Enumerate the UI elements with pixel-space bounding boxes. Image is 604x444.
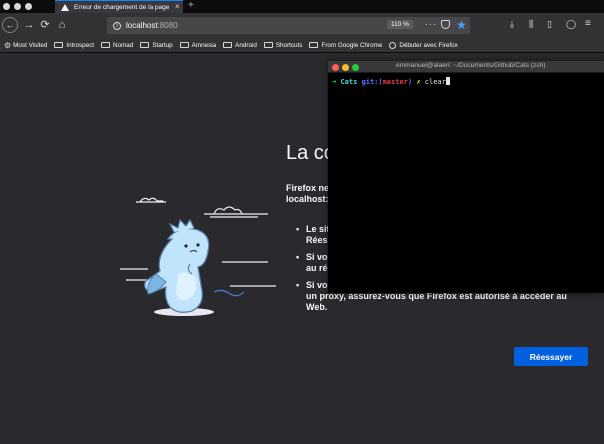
new-tab-button[interactable]: + [188, 0, 194, 12]
forward-button[interactable]: → [22, 18, 36, 32]
dinosaur-illustration [120, 197, 276, 316]
terminal-minimize-button[interactable] [342, 64, 349, 71]
terminal-title: emmanuel@alaeri: ~/Documents/Github/Cats… [396, 62, 546, 69]
folder-icon [309, 42, 319, 48]
bookmark-nomad[interactable]: Nomad [101, 42, 133, 49]
window-zoom-button[interactable] [25, 3, 32, 10]
bookmark-startup[interactable]: Startup [140, 42, 173, 49]
prompt-directory: Cats [340, 78, 358, 86]
terminal-window[interactable]: emmanuel@alaeri: ~/Documents/Github/Cats… [328, 61, 604, 293]
bookmark-debuter-avec-firefox[interactable]: Débuter avec Firefox [389, 41, 458, 49]
tab-bar: Erreur de chargement de la page × + [0, 0, 604, 13]
prompt-arrow-icon: ➜ [332, 78, 337, 86]
bookmark-amnesia[interactable]: Amnesia [179, 42, 216, 49]
url-host: localhost [126, 21, 158, 30]
folder-icon [263, 42, 273, 48]
window-close-button[interactable] [3, 3, 10, 10]
url-bar[interactable]: i localhost:8080 110 % ··· ★ [107, 17, 470, 34]
globe-icon [389, 41, 397, 49]
folder-icon [179, 42, 189, 48]
folder-icon [54, 42, 64, 48]
bookmark-android[interactable]: Android [223, 42, 257, 49]
bookmark-star-icon[interactable]: ★ [456, 17, 467, 34]
gear-icon: ⚙ [4, 40, 12, 50]
back-button[interactable]: ← [2, 17, 18, 33]
zoom-indicator[interactable]: 110 % [387, 20, 413, 29]
url-text[interactable]: localhost:8080 [126, 21, 178, 30]
terminal-prompt-line[interactable]: ➜ Cats git:(master) ✗ clear [332, 77, 450, 86]
tab-error-page[interactable]: Erreur de chargement de la page × [55, 0, 183, 13]
retry-button[interactable]: Réessayer [514, 347, 588, 366]
reload-button[interactable]: ⟳ [38, 18, 52, 32]
bookmark-from-google-chrome[interactable]: From Google Chrome [309, 42, 382, 49]
tab-title: Erreur de chargement de la page [74, 3, 170, 11]
tab-close-icon[interactable]: × [175, 3, 180, 11]
terminal-cursor [445, 77, 450, 85]
prompt-git-label: git:(master) [361, 78, 413, 86]
bookmarks-bar: ⚙ Most Visited Introspect Nomad Startup A… [0, 38, 604, 53]
info-icon[interactable]: i [113, 21, 121, 30]
error-description-line: localhost: [286, 194, 329, 204]
dirty-mark-icon: ✗ [416, 78, 421, 86]
download-icon[interactable]: ⤓ [510, 19, 514, 30]
nav-bar: ← → ⟳ ⌂ i localhost:8080 110 % ··· ★ ⤓ ⫼… [0, 13, 604, 38]
page-actions-icon[interactable]: ··· [425, 19, 437, 29]
terminal-title-bar[interactable]: emmanuel@alaeri: ~/Documents/Github/Cats… [328, 61, 604, 73]
bookmark-most-visited[interactable]: ⚙ Most Visited [4, 41, 47, 50]
window-minimize-button[interactable] [14, 3, 21, 10]
url-port: :8080 [157, 21, 178, 30]
folder-icon [140, 42, 150, 48]
terminal-close-button[interactable] [332, 64, 339, 71]
library-icon[interactable]: ⫼ [529, 19, 533, 30]
account-icon[interactable]: ◯ [566, 19, 576, 30]
prompt-branch: master [382, 78, 408, 86]
bookmark-shortcuts[interactable]: Shortcuts [263, 42, 302, 49]
folder-icon [101, 42, 111, 48]
terminal-command: clear [424, 78, 446, 86]
error-description: Firefox ne localhost: [286, 183, 329, 205]
error-description-line: Firefox ne [286, 183, 330, 193]
home-button[interactable]: ⌂ [55, 18, 69, 32]
cloud-icon [136, 197, 268, 218]
menu-icon[interactable]: ≡ [585, 18, 591, 29]
warning-icon [61, 3, 69, 11]
sidebar-icon[interactable]: ▯ [547, 19, 552, 30]
pocket-icon[interactable] [441, 20, 450, 29]
bookmark-introspect[interactable]: Introspect [54, 42, 94, 49]
terminal-zoom-button[interactable] [352, 64, 359, 71]
folder-icon [223, 42, 233, 48]
